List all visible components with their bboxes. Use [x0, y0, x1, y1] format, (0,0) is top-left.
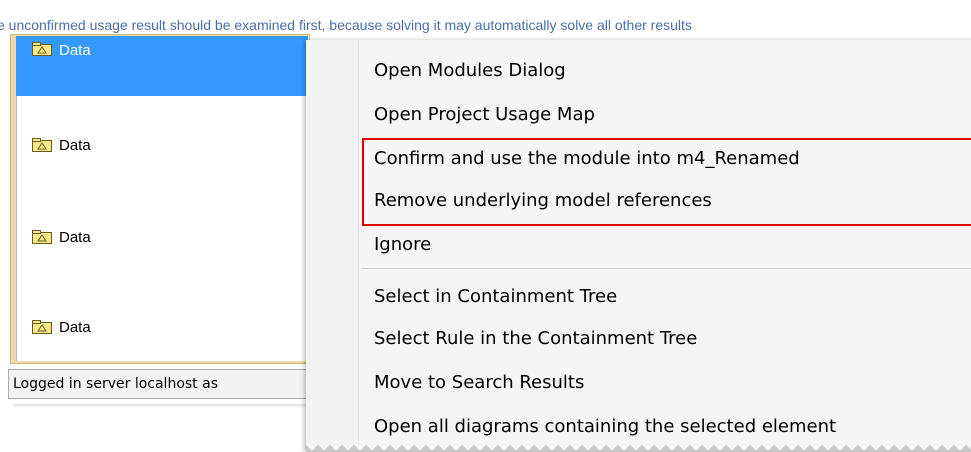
tree-item-data-2[interactable]: Data [16, 134, 308, 156]
menu-item-open-project-usage-map[interactable]: Open Project Usage Map [374, 96, 595, 134]
tree-item-data-1[interactable]: Data [16, 36, 308, 96]
status-shadow [14, 404, 314, 408]
highlight-annotation-box [362, 138, 971, 226]
torn-edge [306, 444, 971, 452]
tree-item-data-3[interactable]: Data [16, 226, 308, 248]
menu-item-select-in-containment-tree[interactable]: Select in Containment Tree [374, 278, 617, 316]
tree-item-label: Data [59, 228, 91, 246]
status-bar: Logged in server localhost as [8, 369, 313, 399]
tree-item-data-4[interactable]: Data [16, 316, 308, 338]
tree-item-label: Data [59, 136, 91, 154]
menu-separator [362, 268, 971, 269]
menu-item-open-all-diagrams[interactable]: Open all diagrams containing the selecte… [374, 408, 836, 446]
tree-item-label: Data [59, 42, 91, 59]
menu-item-move-to-search-results[interactable]: Move to Search Results [374, 364, 584, 402]
package-folder-icon [32, 320, 52, 334]
instruction-text: e unconfirmed usage result should be exa… [0, 17, 692, 33]
package-folder-icon [32, 138, 52, 152]
menu-item-ignore[interactable]: Ignore [374, 226, 431, 264]
menu-icon-gutter [306, 40, 359, 452]
menu-item-open-modules-dialog[interactable]: Open Modules Dialog [374, 52, 566, 90]
tree-item-label: Data [59, 318, 91, 336]
package-folder-icon [32, 42, 52, 56]
context-menu: Open Modules Dialog Open Project Usage M… [306, 40, 971, 452]
status-text: Logged in server localhost as [13, 376, 218, 392]
menu-item-select-rule-in-containment-tree[interactable]: Select Rule in the Containment Tree [374, 320, 697, 358]
package-folder-icon [32, 230, 52, 244]
